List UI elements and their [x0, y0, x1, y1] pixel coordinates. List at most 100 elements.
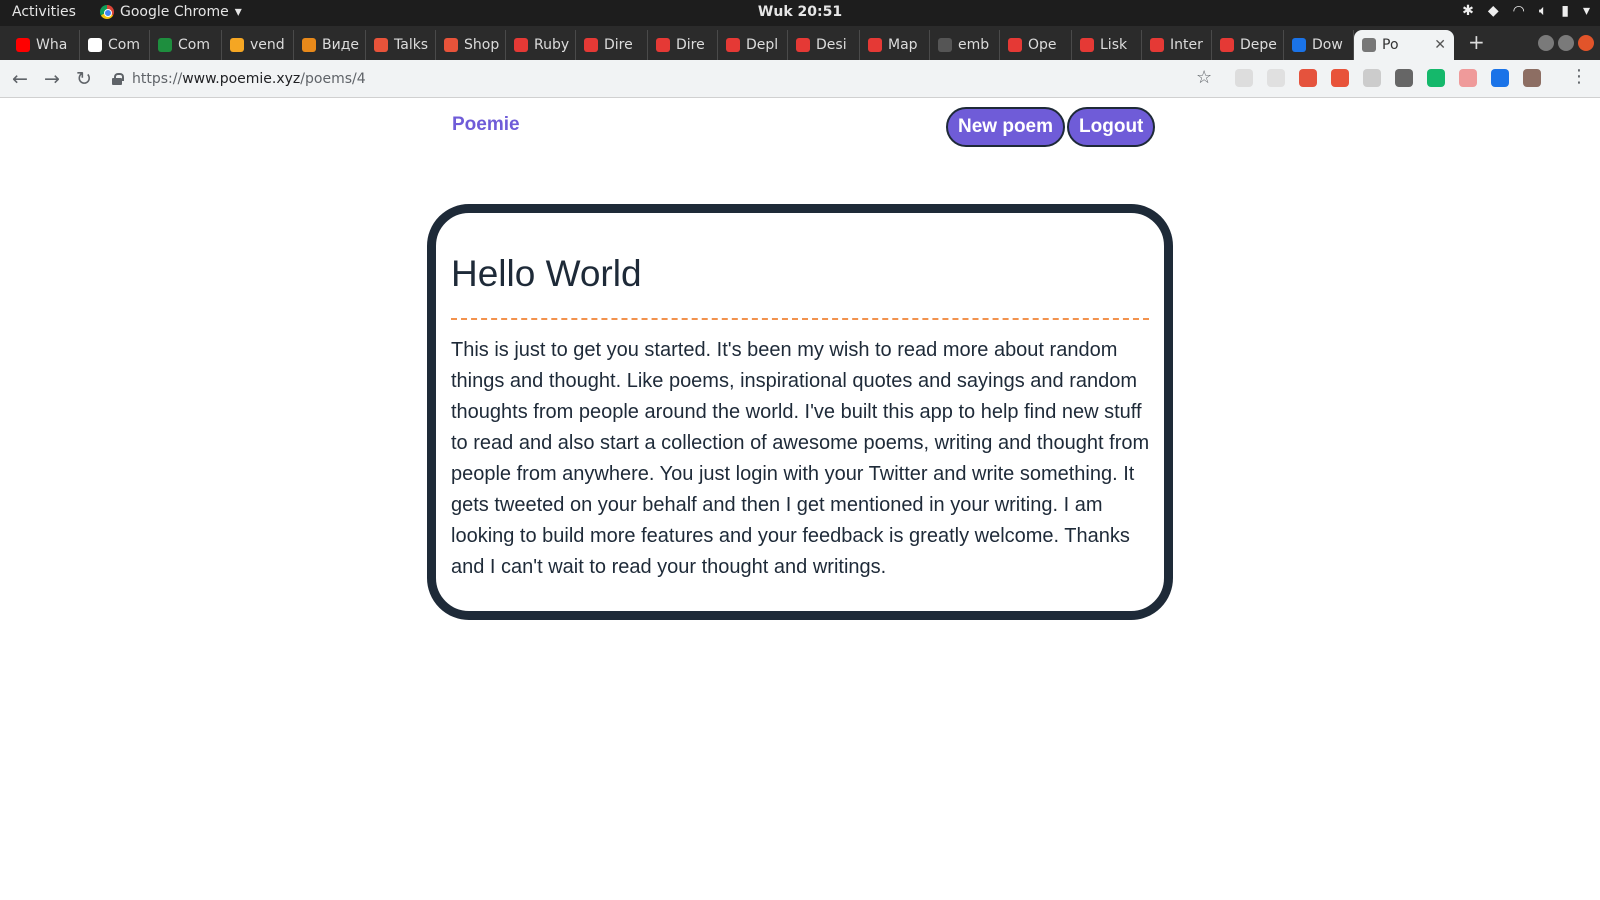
- chevron-down-icon[interactable]: ▾: [1583, 3, 1590, 19]
- tab-label: Wha: [36, 37, 68, 53]
- clock[interactable]: Wuk 20:51: [0, 4, 1600, 20]
- caret-icon: [656, 38, 670, 52]
- extension-icon[interactable]: [1459, 69, 1477, 87]
- system-top-bar: Activities Google Chrome ▾ Wuk 20:51 ✱ ◆…: [0, 0, 1600, 26]
- browser-tab[interactable]: Ope: [1000, 30, 1072, 60]
- youtube-icon: [16, 38, 30, 52]
- poem-title: Hello World: [451, 253, 642, 294]
- caret-icon: [1080, 38, 1094, 52]
- extension-icon[interactable]: [1363, 69, 1381, 87]
- browser-tab[interactable]: Wha: [8, 30, 80, 60]
- tab-label: Desi: [816, 37, 847, 53]
- browser-tab[interactable]: Виде: [294, 30, 366, 60]
- battery-icon[interactable]: ▮: [1561, 3, 1569, 19]
- poem-card: Hello World This is just to get you star…: [427, 204, 1173, 620]
- browser-tab[interactable]: Dow: [1284, 30, 1354, 60]
- diamond-icon[interactable]: ◆: [1488, 3, 1499, 19]
- browser-tab[interactable]: Lisk: [1072, 30, 1142, 60]
- minimize-button[interactable]: [1538, 35, 1554, 51]
- browser-tab[interactable]: Shop: [436, 30, 506, 60]
- browser-tab[interactable]: emb: [930, 30, 1000, 60]
- tab-label: Depe: [1240, 37, 1277, 53]
- tab-label: Com: [108, 37, 140, 53]
- title-divider: [451, 318, 1149, 320]
- tab-label: Com: [178, 37, 210, 53]
- back-arrow-icon[interactable]: ←: [8, 67, 32, 91]
- maximize-button[interactable]: [1558, 35, 1574, 51]
- forward-arrow-icon[interactable]: →: [40, 67, 64, 91]
- page-content: Poemie New poem Logout Hello World This …: [0, 98, 1600, 900]
- extension-icon[interactable]: [1331, 69, 1349, 87]
- browser-toolbar: ← → ↻ https://www.poemie.xyz/poems/4 ☆ ⋮: [0, 60, 1600, 98]
- browser-tab[interactable]: Depe: [1212, 30, 1284, 60]
- browser-tab[interactable]: Dire: [648, 30, 718, 60]
- tab-label: Depl: [746, 37, 779, 53]
- browser-tab[interactable]: Depl: [718, 30, 788, 60]
- browser-tab[interactable]: Map: [860, 30, 930, 60]
- tab-label: Ope: [1028, 37, 1057, 53]
- extension-icon[interactable]: [1395, 69, 1413, 87]
- green-icon: [158, 38, 172, 52]
- close-window-button[interactable]: [1578, 35, 1594, 51]
- extension-icon[interactable]: [1267, 69, 1285, 87]
- tab-label: Виде: [322, 37, 359, 53]
- orange-icon: [302, 38, 316, 52]
- header-actions: New poem Logout: [946, 107, 1156, 147]
- browser-tab[interactable]: Desi: [788, 30, 860, 60]
- browser-tab[interactable]: Com: [80, 30, 150, 60]
- caret-icon: [1220, 38, 1234, 52]
- caret-icon: [584, 38, 598, 52]
- wifi-icon[interactable]: ◠: [1513, 3, 1525, 19]
- tab-label: Lisk: [1100, 37, 1128, 53]
- download-icon: [1292, 38, 1306, 52]
- caret-icon: [796, 38, 810, 52]
- browser-tab[interactable]: Po ✕: [1354, 30, 1454, 60]
- url-scheme: https://: [132, 71, 183, 87]
- poem-body: This is just to get you started. It's be…: [451, 339, 1150, 578]
- volume-icon[interactable]: 🔈︎: [1539, 3, 1547, 19]
- tab-label: Po: [1382, 37, 1399, 53]
- brand-link[interactable]: Poemie: [452, 114, 520, 136]
- bookmark-star-icon[interactable]: ☆: [1196, 67, 1212, 88]
- browser-tab[interactable]: Talks: [366, 30, 436, 60]
- tab-label: vend: [250, 37, 285, 53]
- tab-label: Map: [888, 37, 918, 53]
- tab-label: Dire: [676, 37, 705, 53]
- lock-icon[interactable]: [112, 73, 124, 85]
- page-icon: [1362, 38, 1376, 52]
- address-bar[interactable]: https://www.poemie.xyz/poems/4: [112, 65, 1212, 93]
- browser-tab[interactable]: Dire: [576, 30, 648, 60]
- caret-icon: [1150, 38, 1164, 52]
- extension-icon[interactable]: [1427, 69, 1445, 87]
- browser-menu-icon[interactable]: ⋮: [1570, 66, 1588, 87]
- browser-tab[interactable]: Com: [150, 30, 222, 60]
- extension-icon[interactable]: [1235, 69, 1253, 87]
- new-poem-button[interactable]: New poem: [946, 107, 1066, 147]
- close-tab-icon[interactable]: ✕: [1434, 37, 1446, 53]
- reload-icon[interactable]: ↻: [72, 67, 96, 91]
- extension-icon[interactable]: [1523, 69, 1541, 87]
- tab-label: Inter: [1170, 37, 1203, 53]
- tab-label: Shop: [464, 37, 500, 53]
- caret-icon: [726, 38, 740, 52]
- slack-icon[interactable]: ✱: [1462, 3, 1474, 19]
- tab-strip: Wha Com Com vend Виде Talks Shop Ruby Dire Dire De…: [0, 26, 1600, 60]
- logout-button[interactable]: Logout: [1067, 107, 1156, 147]
- tab-label: emb: [958, 37, 990, 53]
- extension-icon[interactable]: [1299, 69, 1317, 87]
- new-tab-button[interactable]: +: [1468, 30, 1485, 54]
- url-host: www.poemie.xyz: [182, 71, 301, 87]
- extension-icon[interactable]: [1491, 69, 1509, 87]
- browser-tab[interactable]: Ruby: [506, 30, 576, 60]
- browser-tab[interactable]: Inter: [1142, 30, 1212, 60]
- url-path: /poems/4: [300, 71, 366, 87]
- v-icon: [230, 38, 244, 52]
- tab-label: Ruby: [534, 37, 570, 53]
- browser-tab[interactable]: vend: [222, 30, 294, 60]
- caret-icon: [514, 38, 528, 52]
- system-tray[interactable]: ✱ ◆ ◠ 🔈︎ ▮ ▾: [1462, 3, 1590, 19]
- tab-label: Dow: [1312, 37, 1343, 53]
- extension-icons: [1235, 69, 1541, 87]
- p-icon: [444, 38, 458, 52]
- page-icon: [938, 38, 952, 52]
